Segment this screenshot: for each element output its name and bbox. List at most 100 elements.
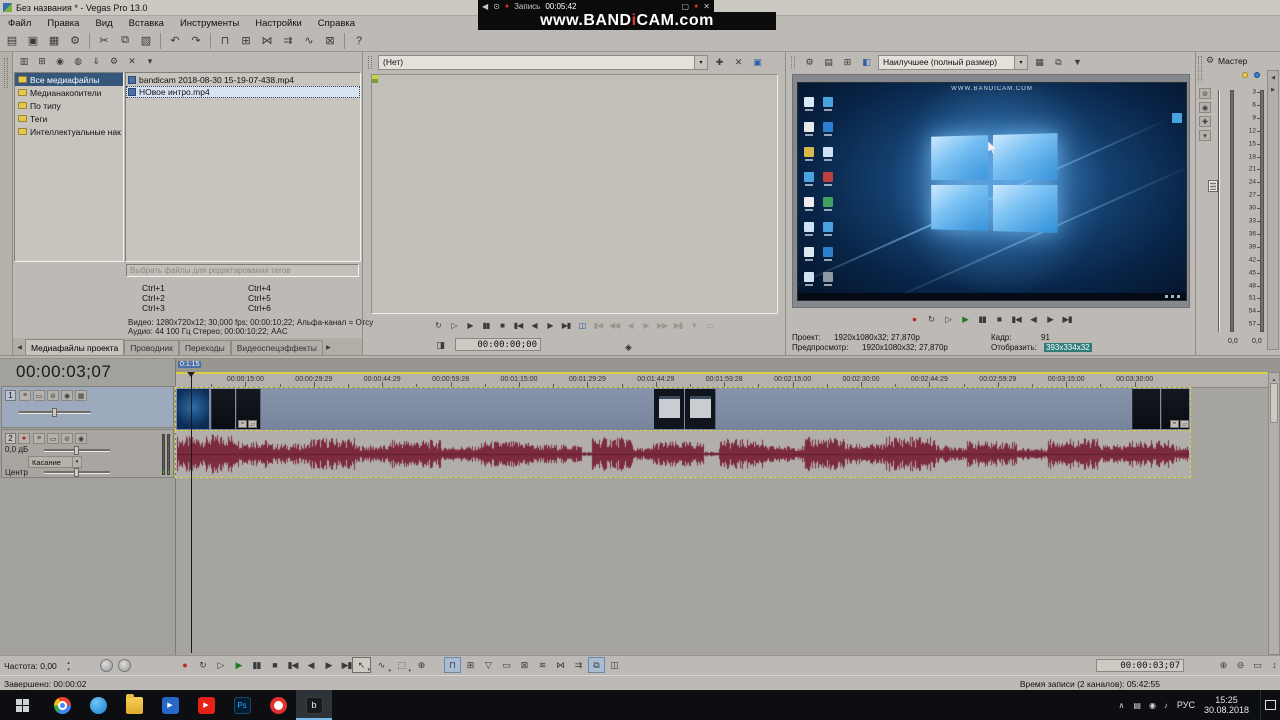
pv-play-from-start-button[interactable]: ▷ bbox=[940, 312, 956, 327]
master-fx-icon[interactable]: ✚ bbox=[1199, 116, 1211, 127]
zoom-out-time-icon[interactable]: ⊖ bbox=[1233, 657, 1248, 673]
next-frame-button[interactable]: ▶ bbox=[320, 657, 337, 673]
record-button[interactable]: ● bbox=[176, 657, 193, 673]
master-monitor-led[interactable] bbox=[1254, 72, 1260, 78]
tree-by-type[interactable]: По типу bbox=[15, 99, 123, 112]
help-whats-this-icon[interactable]: ? bbox=[349, 31, 369, 50]
video-track-button-2[interactable]: ⊘ bbox=[47, 390, 59, 401]
zoom-in-time-icon[interactable]: ⊕ bbox=[1216, 657, 1231, 673]
go-start-button[interactable]: ▮◀ bbox=[284, 657, 301, 673]
video-track-header[interactable]: 1 ≡ ▭ ⊘ ◉ ▦ bbox=[1, 386, 174, 428]
media-properties-icon[interactable]: ⚙ bbox=[106, 54, 122, 69]
paste-icon[interactable]: ▧ bbox=[136, 31, 156, 50]
audio-event[interactable] bbox=[175, 430, 1191, 478]
copy-icon[interactable]: ⧉ bbox=[115, 31, 135, 50]
master-mute-icon[interactable]: ⊘ bbox=[1199, 88, 1211, 99]
transport-timecode[interactable]: 00:00:03;07 bbox=[1096, 659, 1184, 672]
fx-next-frame-button[interactable]: ▶ bbox=[543, 318, 558, 332]
tab-scroll-left-icon[interactable]: ◀ bbox=[14, 340, 25, 355]
fx-region-button[interactable]: ▭ bbox=[703, 318, 718, 332]
file-new-intro[interactable]: НОвое интро.mp4 bbox=[126, 86, 360, 98]
project-properties-icon[interactable]: ⚙ bbox=[65, 31, 85, 50]
fx-next-event-button[interactable]: ▶▮ bbox=[671, 318, 686, 332]
zoom-track-height-icon[interactable]: ↕ bbox=[1267, 657, 1280, 673]
tab-scroll-right-icon[interactable]: ▶ bbox=[323, 340, 334, 355]
tool-normal-edit[interactable]: ↖ ▾ bbox=[352, 657, 371, 673]
event-fx-button[interactable]: ▱ bbox=[1180, 420, 1189, 428]
trimmer-overlay-icon[interactable]: ◨ bbox=[433, 338, 448, 352]
pv-external-monitor-icon[interactable]: ▤ bbox=[820, 55, 837, 70]
taskbar-messenger-icon[interactable] bbox=[80, 690, 116, 720]
scroll-right-icon[interactable]: ▶ bbox=[1268, 85, 1278, 94]
event-fx-button[interactable]: ≈ bbox=[1170, 420, 1179, 428]
taskbar-photoshop-icon[interactable]: Ps bbox=[224, 690, 260, 720]
insert-marker-icon[interactable]: ▽ bbox=[480, 657, 497, 673]
pv-overlays-icon[interactable]: ⊞ bbox=[839, 55, 856, 70]
redo-icon[interactable]: ↷ bbox=[186, 31, 206, 50]
grid-snap-icon[interactable]: ⊞ bbox=[236, 31, 256, 50]
event-fx-button[interactable]: ▱ bbox=[248, 420, 257, 428]
fx-ffwd-button[interactable]: ▶▶ bbox=[655, 318, 670, 332]
taskbar-clock[interactable]: 15:25 30.08.2018 bbox=[1204, 695, 1249, 715]
taskbar-explorer-icon[interactable] bbox=[116, 690, 152, 720]
pv-grid-icon[interactable]: ▦ bbox=[1031, 55, 1048, 70]
master-fader-track[interactable] bbox=[1218, 90, 1220, 332]
pv-split-screen-icon[interactable]: ◧ bbox=[858, 55, 875, 70]
pv-copy-frame-icon[interactable]: ⧉ bbox=[1050, 55, 1067, 70]
tab-explorer[interactable]: Проводник bbox=[124, 340, 179, 355]
menu-tools[interactable]: Инструменты bbox=[172, 16, 247, 30]
pv-go-end-button[interactable]: ▶▮ bbox=[1059, 312, 1075, 327]
pv-loop-button[interactable]: ↻ bbox=[923, 312, 939, 327]
taskbar-player-icon[interactable]: ▶ bbox=[152, 690, 188, 720]
event-fx-button[interactable]: ≈ bbox=[238, 420, 247, 428]
timeline-time-display[interactable]: 00:00:03;07 bbox=[16, 362, 111, 382]
snap-to-grid-icon[interactable]: ⊞ bbox=[462, 657, 479, 673]
mixer-console-icon[interactable]: ◫ bbox=[606, 657, 623, 673]
marker-badge[interactable]: 0:1:15 bbox=[178, 361, 202, 368]
select-events-to-end-icon[interactable]: ⧉ bbox=[588, 657, 605, 673]
fx-step-fwd-button[interactable]: ▶ bbox=[639, 318, 654, 332]
audio-pan-handle[interactable] bbox=[74, 468, 79, 477]
pv-save-frame-icon[interactable]: ▼ bbox=[1069, 55, 1086, 70]
fx-play-button[interactable]: ▶ bbox=[463, 318, 478, 332]
pv-stop-button[interactable]: ■ bbox=[991, 312, 1007, 327]
bandicam-back-icon[interactable]: ◀ bbox=[482, 2, 488, 11]
master-properties-icon[interactable]: ⚙ bbox=[1204, 54, 1216, 66]
play-button[interactable]: ▶ bbox=[230, 657, 247, 673]
tab-video-fx[interactable]: Видеоспецэффекты bbox=[230, 340, 323, 355]
fx-step-back-button[interactable]: ◀ bbox=[623, 318, 638, 332]
fx-go-end-button[interactable]: ▶▮ bbox=[559, 318, 574, 332]
fx-play-from-start-button[interactable]: ▷ bbox=[447, 318, 462, 332]
pv-go-start-button[interactable]: ▮◀ bbox=[1008, 312, 1024, 327]
pv-record-button[interactable]: ● bbox=[906, 312, 922, 327]
enable-snapping-icon[interactable]: ⊓ bbox=[444, 657, 461, 673]
normalize-icon[interactable]: ≋ bbox=[534, 657, 551, 673]
tray-volume-icon[interactable]: ♪ bbox=[1164, 701, 1168, 710]
start-button[interactable] bbox=[0, 690, 44, 720]
lock-envelopes-icon[interactable]: ∿ bbox=[299, 31, 319, 50]
pv-next-frame-button[interactable]: ▶ bbox=[1042, 312, 1058, 327]
save-project-icon[interactable]: ▦ bbox=[44, 31, 64, 50]
fx-video-monitor-icon[interactable]: ▣ bbox=[749, 55, 766, 70]
taskbar-youtube-icon[interactable]: ▶ bbox=[188, 690, 224, 720]
video-track-button-4[interactable]: ▦ bbox=[75, 390, 87, 401]
media-remove-icon[interactable]: ✕ bbox=[124, 54, 140, 69]
new-project-icon[interactable]: ▤ bbox=[2, 31, 22, 50]
scroll-left-icon[interactable]: ◀ bbox=[1268, 74, 1278, 83]
fx-marker-button[interactable]: ▼ bbox=[687, 318, 702, 332]
tree-media-bins[interactable]: Медианакопители bbox=[15, 86, 123, 99]
cut-icon[interactable]: ✂ bbox=[94, 31, 114, 50]
loop-playback-button[interactable]: ↻ bbox=[194, 657, 211, 673]
file-bandicam-clip[interactable]: bandicam 2018-08-30 15-19-07-438.mp4 bbox=[126, 74, 360, 86]
media-downloader-icon[interactable]: ⇓ bbox=[88, 54, 104, 69]
fx-stop-button[interactable]: ■ bbox=[495, 318, 510, 332]
fx-loop-button[interactable]: ↻ bbox=[431, 318, 446, 332]
media-new-bin-icon[interactable]: ▥ bbox=[16, 54, 32, 69]
fx-prev-event-button[interactable]: ▮◀ bbox=[591, 318, 606, 332]
taskbar-bandicam-icon[interactable]: b bbox=[296, 690, 332, 720]
auto-ripple-icon[interactable]: ⇉ bbox=[570, 657, 587, 673]
bandicam-cam-icon[interactable]: ⊙ bbox=[493, 2, 500, 11]
tab-project-media[interactable]: Медиафайлы проекта bbox=[25, 339, 125, 355]
undo-icon[interactable]: ↶ bbox=[165, 31, 185, 50]
tag-edit-field[interactable]: Выбрать файлы для редактирования тегов bbox=[126, 264, 359, 277]
